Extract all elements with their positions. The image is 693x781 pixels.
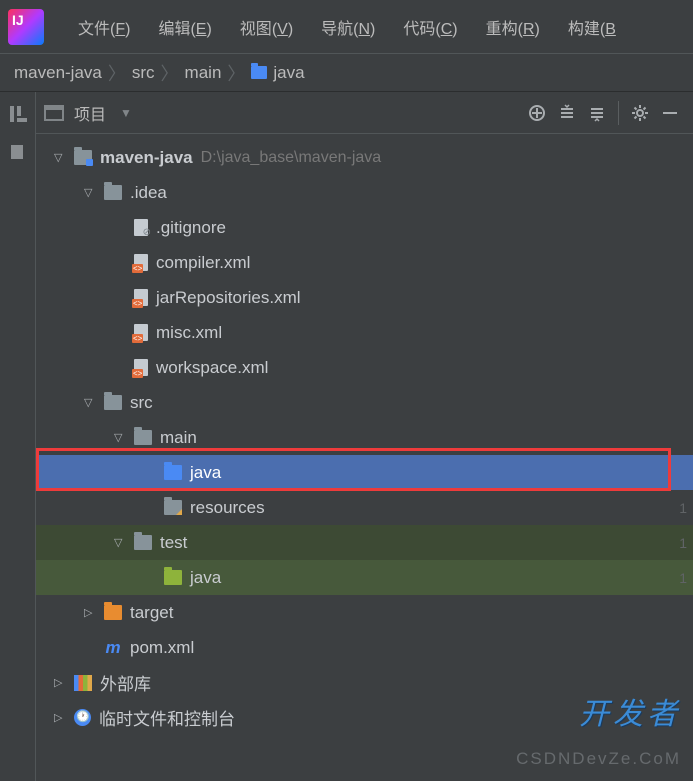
tree-file[interactable]: misc.xml	[36, 315, 693, 350]
tree-file[interactable]: jarRepositories.xml	[36, 280, 693, 315]
chevron-down-icon[interactable]: ▽	[54, 151, 68, 164]
chevron-right-icon: 〉	[108, 60, 126, 86]
folder-icon	[104, 395, 122, 410]
chevron-down-icon[interactable]: ▼	[120, 106, 132, 120]
tree-file[interactable]: compiler.xml	[36, 245, 693, 280]
source-folder-icon	[164, 465, 182, 480]
tree-file[interactable]: workspace.xml	[36, 350, 693, 385]
tree-folder-test-java[interactable]: java 1	[36, 560, 693, 595]
tree-file-pom[interactable]: m pom.xml	[36, 630, 693, 665]
collapse-all-button[interactable]	[582, 98, 612, 128]
tree-folder-main[interactable]: ▽ main	[36, 420, 693, 455]
select-opened-file-button[interactable]	[522, 98, 552, 128]
watermark-site: CSDNDevZe.CoM	[516, 749, 681, 769]
tree-folder-resources[interactable]: resources 1	[36, 490, 693, 525]
watermark-brand: 开发者	[579, 689, 681, 733]
resources-folder-icon	[164, 500, 182, 515]
project-view-icon[interactable]	[44, 105, 64, 121]
maven-file-icon: m	[104, 640, 122, 655]
gear-icon[interactable]	[625, 98, 655, 128]
panel-header: 项目 ▼	[36, 92, 693, 134]
menu-file[interactable]: 文件(F)	[64, 15, 144, 39]
menu-view[interactable]: 视图(V)	[226, 15, 307, 39]
excluded-folder-icon	[104, 605, 122, 620]
module-folder-icon	[74, 150, 92, 165]
test-source-folder-icon	[164, 570, 182, 585]
breadcrumb-item[interactable]: maven-java	[14, 63, 102, 83]
folder-icon	[251, 66, 267, 79]
expand-all-button[interactable]	[552, 98, 582, 128]
breadcrumb-item[interactable]: java	[273, 63, 304, 83]
chevron-right-icon[interactable]: ▷	[84, 606, 98, 619]
breadcrumb-item[interactable]: main	[185, 63, 222, 83]
chevron-down-icon[interactable]: ▽	[114, 536, 128, 549]
project-tree: ▽ maven-java D:\java_base\maven-java ▽ .…	[36, 134, 693, 781]
tree-folder-target[interactable]: ▷ target	[36, 595, 693, 630]
gitignore-file-icon	[134, 219, 148, 236]
tree-folder-java-selected[interactable]: java	[36, 455, 693, 490]
hide-button[interactable]	[655, 98, 685, 128]
panel-title: 项目	[74, 101, 106, 125]
tree-file[interactable]: .gitignore	[36, 210, 693, 245]
xml-file-icon	[134, 289, 148, 306]
menubar: 文件(F) 编辑(E) 视图(V) 导航(N) 代码(C) 重构(R) 构建(B	[0, 0, 693, 54]
tree-module-root[interactable]: ▽ maven-java D:\java_base\maven-java	[36, 140, 693, 175]
xml-file-icon	[134, 254, 148, 271]
folder-icon	[134, 430, 152, 445]
xml-file-icon	[134, 324, 148, 341]
menu-build[interactable]: 构建(B	[554, 15, 630, 39]
menu-refactor[interactable]: 重构(R)	[472, 15, 554, 39]
breadcrumb-item[interactable]: src	[132, 63, 155, 83]
menu-edit[interactable]: 编辑(E)	[144, 15, 225, 39]
structure-gutter-icon[interactable]	[8, 104, 28, 124]
scratches-icon	[74, 709, 91, 726]
folder-icon	[134, 535, 152, 550]
libraries-icon	[74, 675, 92, 691]
chevron-right-icon[interactable]: ▷	[54, 711, 68, 724]
folder-icon	[104, 185, 122, 200]
chevron-right-icon: 〉	[161, 60, 179, 86]
divider	[618, 101, 619, 125]
chevron-right-icon[interactable]: ▷	[54, 676, 68, 689]
chevron-down-icon[interactable]: ▽	[114, 431, 128, 444]
menu-navigate[interactable]: 导航(N)	[307, 15, 389, 39]
xml-file-icon	[134, 359, 148, 376]
intellij-icon	[8, 9, 44, 45]
files-gutter-icon[interactable]	[8, 142, 28, 162]
tree-folder-test[interactable]: ▽ test 1	[36, 525, 693, 560]
project-panel: 项目 ▼ ▽ maven-java D:\java_base\maven-jav…	[36, 92, 693, 781]
chevron-down-icon[interactable]: ▽	[84, 396, 98, 409]
tree-folder-idea[interactable]: ▽ .idea	[36, 175, 693, 210]
chevron-down-icon[interactable]: ▽	[84, 186, 98, 199]
menu-code[interactable]: 代码(C)	[389, 15, 471, 39]
breadcrumb: maven-java 〉 src 〉 main 〉 java	[0, 54, 693, 92]
chevron-right-icon: 〉	[227, 60, 245, 86]
tree-folder-src[interactable]: ▽ src	[36, 385, 693, 420]
tool-gutter	[0, 92, 36, 781]
